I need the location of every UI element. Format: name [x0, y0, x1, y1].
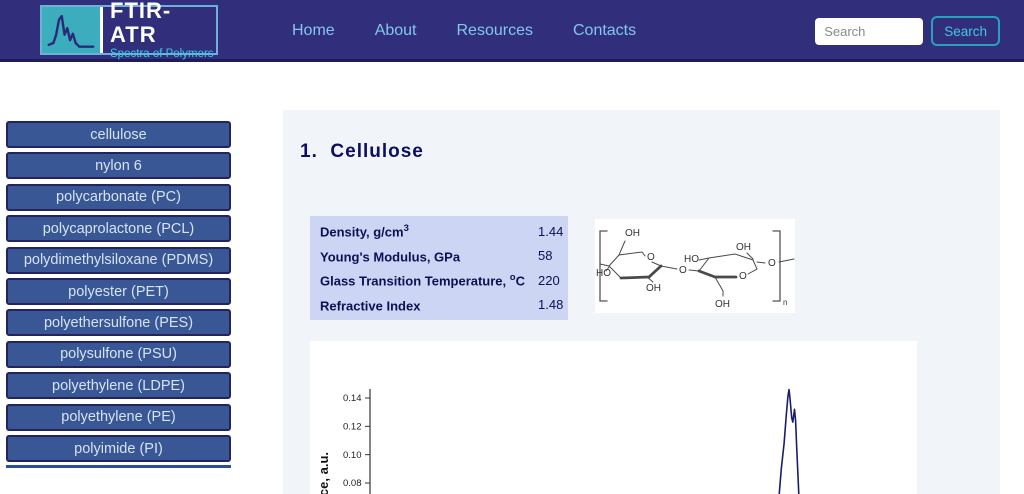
sidebar-item-polycarbonate-pc[interactable]: polycarbonate (PC): [6, 183, 231, 211]
search-input[interactable]: [815, 17, 924, 45]
site-subtitle: Spectra of Polymers: [110, 48, 214, 60]
property-label: Refractive Index: [320, 297, 421, 313]
sidebar-item-polyethylene-pe[interactable]: polyethylene (PE): [6, 403, 231, 431]
atom-label: OH: [646, 283, 661, 294]
atom-label: OH: [736, 242, 751, 253]
page-title: 1. Cellulose: [300, 141, 424, 162]
property-value: 58: [538, 248, 553, 264]
search-area: Search: [815, 0, 1000, 62]
y-tick-label: 0.14: [343, 393, 362, 404]
property-value: 1.48: [538, 297, 564, 313]
y-tick-label: 0.10: [343, 450, 362, 461]
property-label: Young's Modulus, GPa: [320, 248, 461, 264]
nav-link-about[interactable]: About: [375, 22, 417, 40]
spectrum-line: [778, 388, 800, 494]
atom-label: HO: [684, 254, 699, 265]
main-content: 1. Cellulose Density, g/cm3 1.44 Young's…: [283, 110, 1000, 494]
nav-link-resources[interactable]: Resources: [457, 22, 533, 40]
cellulose-structure-diagram: OH O HO OH O HO OH O OH O n: [596, 228, 795, 310]
property-row-refractive-index: Refractive Index 1.48: [310, 293, 568, 318]
sidebar-item-polyester-pet[interactable]: polyester (PET): [6, 278, 231, 305]
property-row-glass-transition: Glass Transition Temperature, oC 220: [310, 268, 568, 293]
property-label: Glass Transition Temperature, oC: [320, 272, 525, 289]
spectrum-chart-svg: Absorbance, a.u. 0.14 0.12 0.10 0.08: [316, 388, 800, 494]
nav-link-home[interactable]: Home: [292, 22, 335, 40]
repeat-subscript: n: [783, 298, 787, 307]
atom-label: OH: [625, 228, 640, 239]
sidebar-item-polyimide-pi[interactable]: polyimide (PI): [6, 435, 231, 462]
sidebar-item-polysulfone-psu[interactable]: polysulfone (PSU): [6, 340, 231, 368]
structure-image: OH O HO OH O HO OH O OH O n: [595, 219, 795, 313]
property-row-density: Density, g/cm3 1.44: [310, 219, 568, 244]
atom-label: O: [647, 252, 655, 263]
nav-link-contacts[interactable]: Contacts: [573, 22, 636, 40]
main-nav: Home About Resources Contacts: [292, 0, 636, 62]
y-tick-label: 0.08: [343, 478, 362, 489]
sidebar-item-polyethylene-ldpe[interactable]: polyethylene (LDPE): [6, 372, 231, 400]
search-button[interactable]: Search: [931, 16, 1000, 46]
atom-label: HO: [596, 268, 611, 279]
site-title: FTIR-ATR: [110, 0, 172, 47]
atom-label: OH: [715, 299, 730, 310]
properties-table: Density, g/cm3 1.44 Young's Modulus, GPa…: [310, 216, 568, 320]
site-logo[interactable]: FTIR-ATR Spectra of Polymers: [40, 0, 218, 60]
sidebar-next-item-edge: [6, 465, 231, 468]
y-axis-label: Absorbance, a.u.: [316, 452, 331, 494]
spectrum-chart: Absorbance, a.u. 0.14 0.12 0.10 0.08: [310, 341, 917, 494]
sidebar-item-polyethersulfone-pes[interactable]: polyethersulfone (PES): [6, 309, 231, 337]
sidebar-item-cellulose[interactable]: cellulose: [6, 121, 231, 148]
property-value: 1.44: [538, 223, 564, 239]
y-tick-label: 0.12: [343, 422, 362, 433]
atom-label: O: [679, 265, 687, 276]
page: FTIR-ATR Spectra of Polymers Home About Re…: [0, 0, 1024, 494]
sidebar-item-polycaprolactone-pcl[interactable]: polycaprolactone (PCL): [6, 215, 231, 243]
spectrum-icon: [42, 7, 100, 53]
header: FTIR-ATR Spectra of Polymers Home About Re…: [0, 0, 1024, 62]
atom-label: O: [739, 271, 747, 282]
property-label: Density, g/cm3: [320, 223, 409, 240]
atom-label: O: [768, 258, 776, 269]
sidebar-item-polydimethylsiloxane-pdms[interactable]: polydimethylsiloxane (PDMS): [6, 246, 231, 274]
property-value: 220: [538, 272, 560, 288]
property-row-youngs-modulus: Young's Modulus, GPa 58: [310, 244, 568, 269]
sidebar-item-nylon-6[interactable]: nylon 6: [6, 152, 231, 180]
